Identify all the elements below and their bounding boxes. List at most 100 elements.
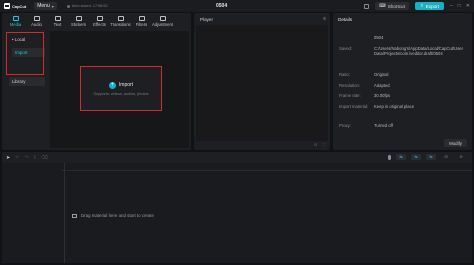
autosave-status: Auto saved: 17:58:52 <box>66 4 108 8</box>
preview-axis-icon[interactable]: ⊟ <box>441 154 451 160</box>
details-value: C:/Users/Nabong's/AppData/Local/CapCut/U… <box>374 46 464 57</box>
project-title: 0504 <box>216 3 228 9</box>
details-value: Adapted <box>374 83 390 88</box>
microphone-icon[interactable] <box>388 154 391 160</box>
player-viewport[interactable] <box>196 25 328 141</box>
auto-snap-icon[interactable]: ⇆ <box>411 154 421 160</box>
details-value: Turned off <box>374 123 393 128</box>
import-hint: Supports: videos, audios, photos <box>93 91 149 96</box>
capcut-logo-icon <box>4 3 10 9</box>
main-track-magnet-icon[interactable]: ⇆ <box>396 154 406 160</box>
details-label: Resolution: <box>339 83 360 88</box>
menu-label: Menu <box>37 3 50 9</box>
details-label: Ratio: <box>339 72 350 77</box>
tab-label: Filters <box>135 21 148 27</box>
chevron-down-icon: ▾ <box>51 3 54 9</box>
timeline-area[interactable]: Drag material here and start to create <box>2 163 472 263</box>
keyboard-icon: ⌨ <box>379 3 386 8</box>
delete-icon[interactable]: ⌫ <box>41 155 48 161</box>
details-label: Import material: <box>339 104 369 109</box>
linkage-icon[interactable]: ⇆ <box>426 154 436 160</box>
timeline-tools: ➤ ↶ ↷ ⫴ ⌫ <box>6 155 48 161</box>
tab-filters[interactable]: Filters <box>131 13 152 29</box>
app-name: CapCut <box>12 3 27 9</box>
tab-adjustment[interactable]: Adjustment <box>152 13 173 29</box>
select-cursor-icon[interactable]: ➤ <box>6 155 10 161</box>
import-button[interactable]: + Import Supports: videos, audios, photo… <box>80 66 162 111</box>
tab-transitions[interactable]: Transitions <box>110 13 131 29</box>
details-value: Original <box>374 72 389 77</box>
tab-label: Text <box>53 21 62 27</box>
tab-label: Adjustment <box>152 21 173 27</box>
transitions-icon <box>117 15 124 21</box>
details-label <box>339 35 374 40</box>
export-icon: ⇪ <box>419 3 424 8</box>
undo-icon[interactable]: ↶ <box>15 155 19 161</box>
details-value: 30.00fps <box>374 93 391 98</box>
shortcut-label: Shortcut <box>387 3 405 9</box>
split-icon[interactable]: ⫴ <box>34 155 36 161</box>
export-button[interactable]: ⇪ Export <box>414 2 444 10</box>
tab-stickers[interactable]: Stickers <box>68 13 89 29</box>
adjustment-icon <box>159 15 166 21</box>
timeline-drop-hint: Drag material here and start to create <box>72 213 154 218</box>
top-right-controls: ⌨ Shortcut ⇪ Export – □ ✕ <box>364 2 470 10</box>
tab-label: Audio <box>31 21 42 27</box>
shortcut-button[interactable]: ⌨ Shortcut <box>375 2 409 10</box>
layout-icon[interactable] <box>364 3 370 9</box>
maximize-icon[interactable]: □ <box>458 3 461 9</box>
details-row-frame-rate: Frame rate: 30.00fps <box>339 93 469 98</box>
filters-icon <box>138 15 145 21</box>
modify-button[interactable]: Modify <box>444 139 467 147</box>
media-icon <box>12 15 19 21</box>
details-row-name: 0504 <box>339 35 469 40</box>
details-title: Details <box>338 17 353 22</box>
details-row-ratio: Ratio: Original <box>339 72 469 77</box>
export-label: Export <box>425 3 439 9</box>
autosave-text: Auto saved: 17:58:52 <box>71 4 108 8</box>
redo-icon[interactable]: ↷ <box>24 155 28 161</box>
details-label: Proxy: <box>339 123 351 128</box>
minimize-icon[interactable]: – <box>450 3 453 9</box>
tab-effects[interactable]: Effects <box>89 13 110 29</box>
import-box-content: + Import Supports: videos, audios, photo… <box>81 67 161 110</box>
player-panel: Player ≡ ⊡ ⛶ <box>194 13 330 150</box>
plus-icon: + <box>108 81 116 89</box>
drop-hint-text: Drag material here and start to create <box>81 213 154 218</box>
details-label: Frame rate: <box>339 93 361 98</box>
details-row-resolution: Resolution: Adapted <box>339 83 469 88</box>
timeline-playhead[interactable] <box>64 163 65 263</box>
details-value: 0504 <box>374 35 384 40</box>
effects-icon <box>96 15 103 21</box>
player-title: Player <box>200 17 214 22</box>
tab-audio[interactable]: Audio <box>26 13 47 29</box>
app-logo: CapCut <box>4 3 26 9</box>
tab-text[interactable]: Text <box>47 13 68 29</box>
menu-button[interactable]: Menu ▾ <box>34 2 57 10</box>
media-drop-icon <box>72 213 77 218</box>
sticker-icon <box>75 15 82 21</box>
menu-icon[interactable]: ≡ <box>323 16 326 22</box>
zoom-out-icon[interactable]: ⊖ <box>456 154 466 160</box>
details-row-proxy: Proxy: Turned off <box>339 123 469 128</box>
tab-label: Stickers <box>71 21 86 27</box>
player-controls: ⊡ ⛶ <box>194 142 330 150</box>
sidebar-item-library[interactable]: Library <box>9 77 45 86</box>
tab-media[interactable]: Media <box>5 13 26 29</box>
tab-label: Transitions <box>110 21 131 27</box>
audio-icon <box>33 15 40 21</box>
fit-icon[interactable]: ⊡ <box>314 142 317 150</box>
details-panel: Details 0504 Saved: C:/Users/Nabong's/Ap… <box>333 13 472 150</box>
details-label: Saved: <box>339 46 353 51</box>
timeline-right-tools: ⇆ ⇆ ⇆ ⊟ ⊖ <box>388 154 466 160</box>
tab-label: Media <box>9 21 22 27</box>
details-row-saved: Saved: C:/Users/Nabong's/AppData/Local/C… <box>339 46 469 57</box>
top-bar: CapCut Menu ▾ Auto saved: 17:58:52 0504 … <box>0 0 474 12</box>
text-icon <box>54 15 61 21</box>
import-row: + Import <box>108 81 133 89</box>
close-icon[interactable]: ✕ <box>466 3 470 9</box>
tab-label: Effects <box>93 21 106 27</box>
fullscreen-icon[interactable]: ⛶ <box>322 142 325 150</box>
timeline-toolbar: ➤ ↶ ↷ ⫴ ⌫ ⇆ ⇆ ⇆ ⊟ ⊖ <box>2 152 472 163</box>
timeline-ruler[interactable] <box>62 163 472 171</box>
